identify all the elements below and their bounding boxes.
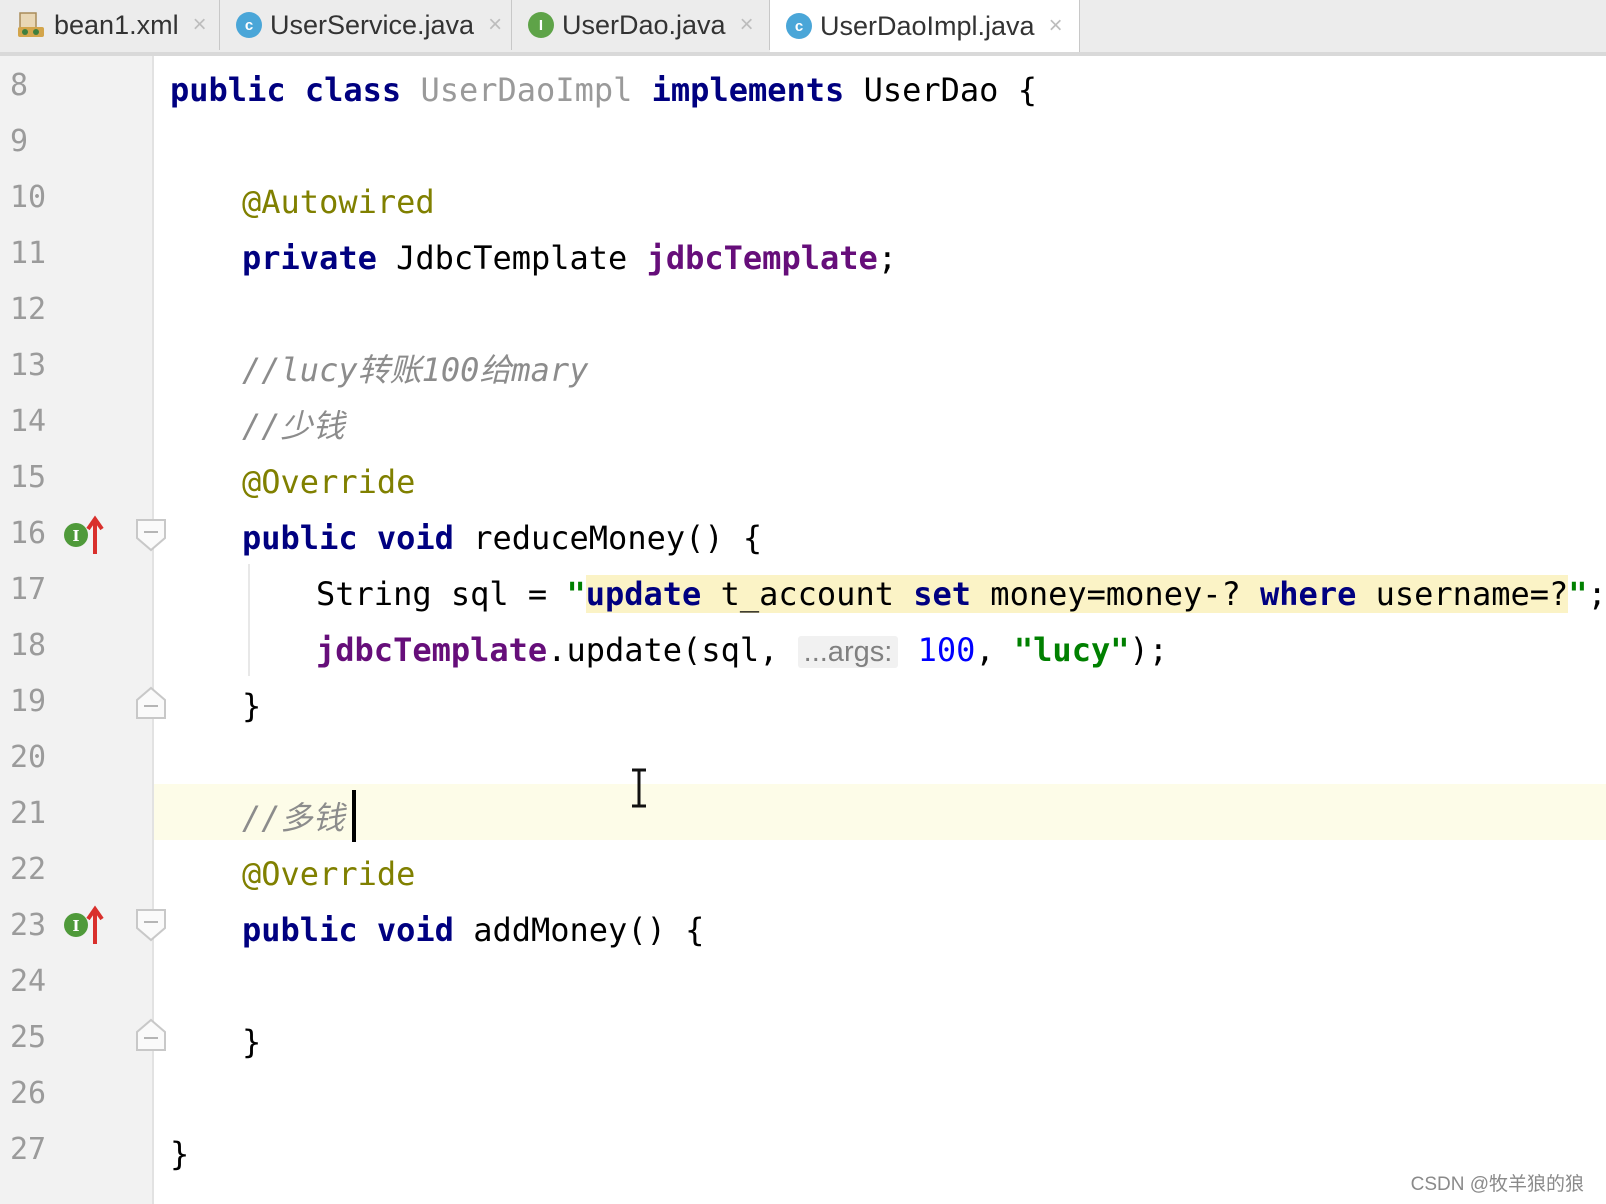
line-number: 14 — [10, 404, 47, 439]
code-line-15: @Override — [242, 463, 416, 501]
code-line-23: public void addMoney() { — [242, 911, 705, 949]
tab-bean1-xml[interactable]: bean1.xml × — [0, 0, 220, 50]
tab-label: UserDao.java — [562, 9, 726, 40]
line-number: 17 — [10, 572, 47, 607]
code-line-13: //lucy转账100给mary — [242, 351, 589, 389]
close-icon[interactable]: × — [488, 11, 502, 39]
code-line-25: } — [242, 1023, 262, 1061]
line-number: 18 — [10, 628, 47, 663]
tab-userdao-java[interactable]: I UserDao.java × — [512, 0, 770, 50]
code-line-18: jdbcTemplate.update(sql, ...args: 100, "… — [316, 631, 1169, 669]
line-number: 8 — [10, 68, 29, 103]
line-number: 22 — [10, 852, 47, 887]
line-number: 13 — [10, 348, 47, 383]
code-line-11: private JdbcTemplate jdbcTemplate; — [242, 239, 898, 277]
class-icon: c — [786, 13, 812, 39]
code-line-22: @Override — [242, 855, 416, 893]
tab-label: bean1.xml — [54, 9, 179, 40]
close-icon[interactable]: × — [1049, 12, 1063, 40]
line-number: 19 — [10, 684, 47, 719]
line-number: 20 — [10, 740, 47, 775]
current-line-highlight — [154, 784, 1606, 840]
editor-gutter[interactable]: 8 9 10 11 12 13 14 15 16 17 18 19 20 21 … — [0, 56, 166, 1204]
indent-guide — [248, 564, 250, 676]
code-line-14: //少钱 — [242, 407, 345, 445]
line-number: 27 — [10, 1132, 47, 1167]
code-line-16: public void reduceMoney() { — [242, 519, 763, 557]
tab-label: UserDaoImpl.java — [820, 10, 1035, 41]
implements-marker-letter: I — [72, 917, 79, 935]
code-line-17: String sql = "update t_account set money… — [316, 575, 1606, 613]
line-number: 21 — [10, 796, 47, 831]
code-line-8: public class UserDaoImpl implements User… — [170, 71, 1037, 109]
implements-method-icon[interactable]: I — [62, 514, 108, 554]
class-icon: c — [236, 12, 262, 38]
interface-icon: I — [528, 12, 554, 38]
line-number: 25 — [10, 1020, 47, 1055]
watermark: CSDN @牧羊狼的狼 — [1410, 1174, 1584, 1195]
line-number: 9 — [10, 124, 29, 159]
parameter-hint: ...args: — [797, 636, 899, 668]
code-line-21: //多钱 — [242, 799, 345, 837]
line-number: 23 — [10, 908, 47, 943]
editor-tab-bar: bean1.xml × c UserService.java × I UserD… — [0, 0, 1606, 56]
line-number: 15 — [10, 460, 47, 495]
tab-label: UserService.java — [270, 9, 475, 40]
code-line-27: } — [170, 1135, 190, 1173]
text-caret — [352, 790, 356, 842]
ibeam-cursor-icon — [628, 768, 650, 808]
tab-userdaoimpl-java[interactable]: c UserDaoImpl.java × — [770, 0, 1080, 52]
code-editor[interactable]: public class UserDaoImpl implements User… — [154, 56, 1606, 1204]
implements-marker-letter: I — [72, 527, 79, 545]
tab-userservice-java[interactable]: c UserService.java × — [220, 0, 512, 50]
line-number: 11 — [10, 236, 47, 271]
close-icon[interactable]: × — [193, 11, 207, 39]
line-number: 16 — [10, 516, 47, 551]
line-number: 26 — [10, 1076, 47, 1111]
code-line-19: } — [242, 687, 262, 725]
xml-file-icon — [16, 12, 46, 38]
line-number: 12 — [10, 292, 47, 327]
close-icon[interactable]: × — [740, 11, 754, 39]
line-number: 10 — [10, 180, 47, 215]
line-number: 24 — [10, 964, 47, 999]
code-line-10: @Autowired — [242, 183, 435, 221]
implements-method-icon[interactable]: I — [62, 904, 108, 944]
